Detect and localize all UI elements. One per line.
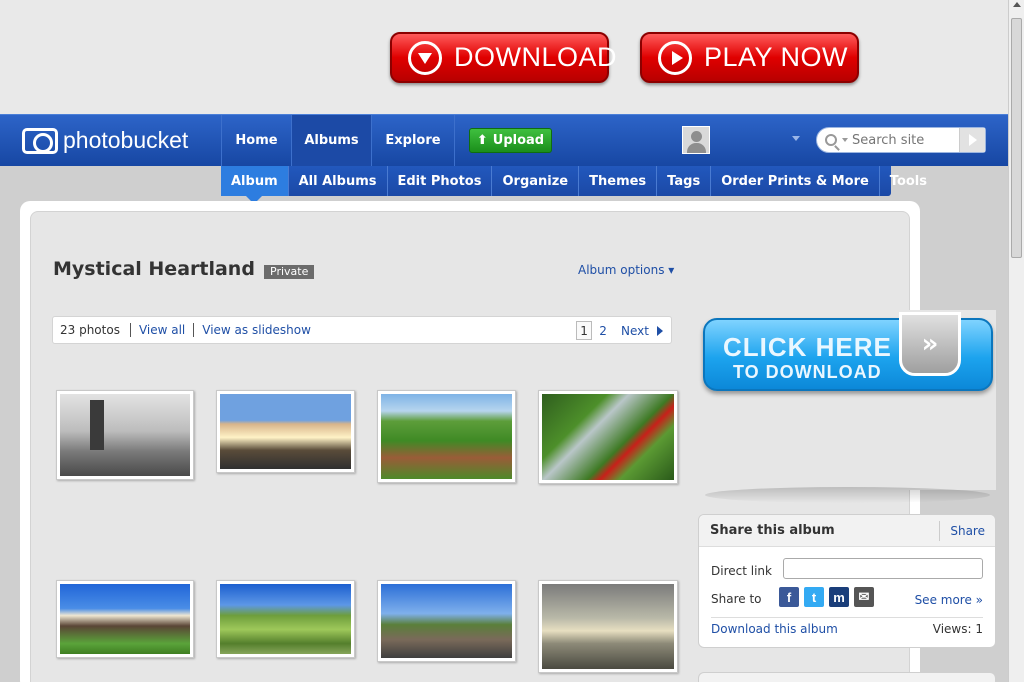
photo-image [381,584,512,658]
subnav-tools-label: Tools [889,173,927,189]
page-scrollbar[interactable] [1008,0,1024,682]
subnav-album-label: Album [231,173,278,189]
subnav-tags-label: Tags [667,173,701,189]
subnav-tools[interactable]: Tools [880,166,937,196]
subnav-edit-photos-label: Edit Photos [397,173,482,189]
share-link[interactable]: Share [939,521,995,541]
photo-image [220,584,351,654]
subnav-themes-label: Themes [589,173,647,189]
share-divider [711,617,983,618]
user-avatar[interactable] [682,126,710,154]
album-options-dropdown[interactable]: Album options ▾ [578,263,674,277]
page-title: Mystical Heartland [53,258,255,280]
photo-image [220,394,351,469]
photo-image [542,394,674,480]
download-arrow-icon [408,40,442,75]
view-slideshow-link[interactable]: View as slideshow [194,323,319,337]
page-1-button[interactable]: 1 [576,321,593,340]
subnav-order-prints-label: Order Prints & More [721,173,869,189]
ad-play-now-button[interactable]: PLAY NOW [640,32,859,83]
view-all-link[interactable]: View all [131,323,195,337]
fast-forward-icon: » [899,312,961,376]
click-here-line2: TO DOWNLOAD [733,362,882,382]
share-album-panel: Share this album Share Direct link Share… [698,514,996,648]
scroll-up-arrow-icon[interactable] [1013,2,1021,7]
play-icon [658,40,692,75]
subnav-all-albums[interactable]: All Albums [289,166,388,196]
user-menu-chevron-down-icon[interactable] [792,136,800,141]
ad-play-label: PLAY NOW [704,42,849,72]
next-page-link[interactable]: Next [621,324,649,338]
direct-link-label: Direct link [711,564,772,578]
photo-thumbnail-1[interactable] [56,390,194,480]
share-panel-header: Share this album Share [699,515,995,547]
logo-text: photobucket [63,127,189,153]
upload-label: Upload [492,133,545,148]
photo-thumbnail-3[interactable] [377,390,516,483]
subnav-order-prints[interactable]: Order Prints & More [711,166,880,196]
subnav-album[interactable]: Album [221,166,289,204]
nav-tab-albums[interactable]: Albums [291,115,371,166]
download-album-link[interactable]: Download this album [711,622,838,636]
ad-download-label: DOWNLOAD [454,42,618,72]
photo-thumbnail-7[interactable] [377,580,516,662]
view-count: Views: 1 [932,622,983,636]
search-box [816,127,986,153]
search-input[interactable] [852,132,952,148]
nav-tab-explore-label: Explore [385,133,441,148]
album-info-bar: 23 photos View all View as slideshow 1 2… [52,316,672,344]
next-panel-header [698,672,996,682]
myspace-icon[interactable]: m [829,587,849,607]
nav-tab-albums-label: Albums [304,133,359,148]
pagination: 1 2 Next [573,321,663,340]
search-icon[interactable] [825,134,837,146]
direct-link-field[interactable] [783,558,983,579]
ad-download-button[interactable]: DOWNLOAD [390,32,617,83]
photo-thumbnail-4[interactable] [538,390,678,484]
facebook-icon[interactable]: f [779,587,799,607]
subnav-organize[interactable]: Organize [492,166,580,196]
subnav-edit-photos[interactable]: Edit Photos [388,166,493,196]
ad-shadow [705,487,990,503]
photo-thumbnail-6[interactable] [216,580,355,658]
photo-image [542,584,674,669]
photo-image [60,584,190,654]
search-submit-button[interactable] [959,128,985,152]
upload-button[interactable]: ⬆ Upload [469,128,552,153]
see-more-link[interactable]: See more » [915,593,983,607]
album-subnav: Album All Albums Edit Photos Organize Th… [221,166,927,204]
main-navbar: photobucket Home Albums Explore ⬆ Upload [0,114,1008,166]
next-arrow-icon[interactable] [657,325,663,336]
click-here-download-ad[interactable]: CLICK HERE TO DOWNLOAD » [703,312,993,391]
photo-thumbnail-2[interactable] [216,390,355,473]
search-scope-chevron-down-icon[interactable] [842,138,848,142]
subnav-organize-label: Organize [502,173,569,189]
scrollbar-thumb[interactable] [1011,18,1022,258]
photo-image [60,394,190,476]
nav-tab-home[interactable]: Home [221,115,291,166]
subnav-themes[interactable]: Themes [579,166,658,196]
subnav-tags[interactable]: Tags [657,166,712,196]
photobucket-logo[interactable]: photobucket [22,127,188,154]
photo-image [381,394,512,479]
email-icon[interactable]: ✉ [854,587,874,607]
share-to-label: Share to [711,592,762,606]
nav-tab-home-label: Home [235,133,278,148]
subnav-all-albums-label: All Albums [298,173,377,189]
nav-tab-explore[interactable]: Explore [371,115,455,166]
page-2-button[interactable]: 2 [595,321,611,340]
twitter-icon[interactable]: t [804,587,824,607]
privacy-badge: Private [264,265,315,279]
click-here-line1: CLICK HERE [723,332,892,362]
upload-arrow-icon: ⬆ [476,133,488,148]
photo-thumbnail-5[interactable] [56,580,194,658]
share-panel-title: Share this album [710,523,835,538]
camera-icon [22,127,58,154]
photo-thumbnail-8[interactable] [538,580,678,673]
photo-count: 23 photos [53,323,131,337]
